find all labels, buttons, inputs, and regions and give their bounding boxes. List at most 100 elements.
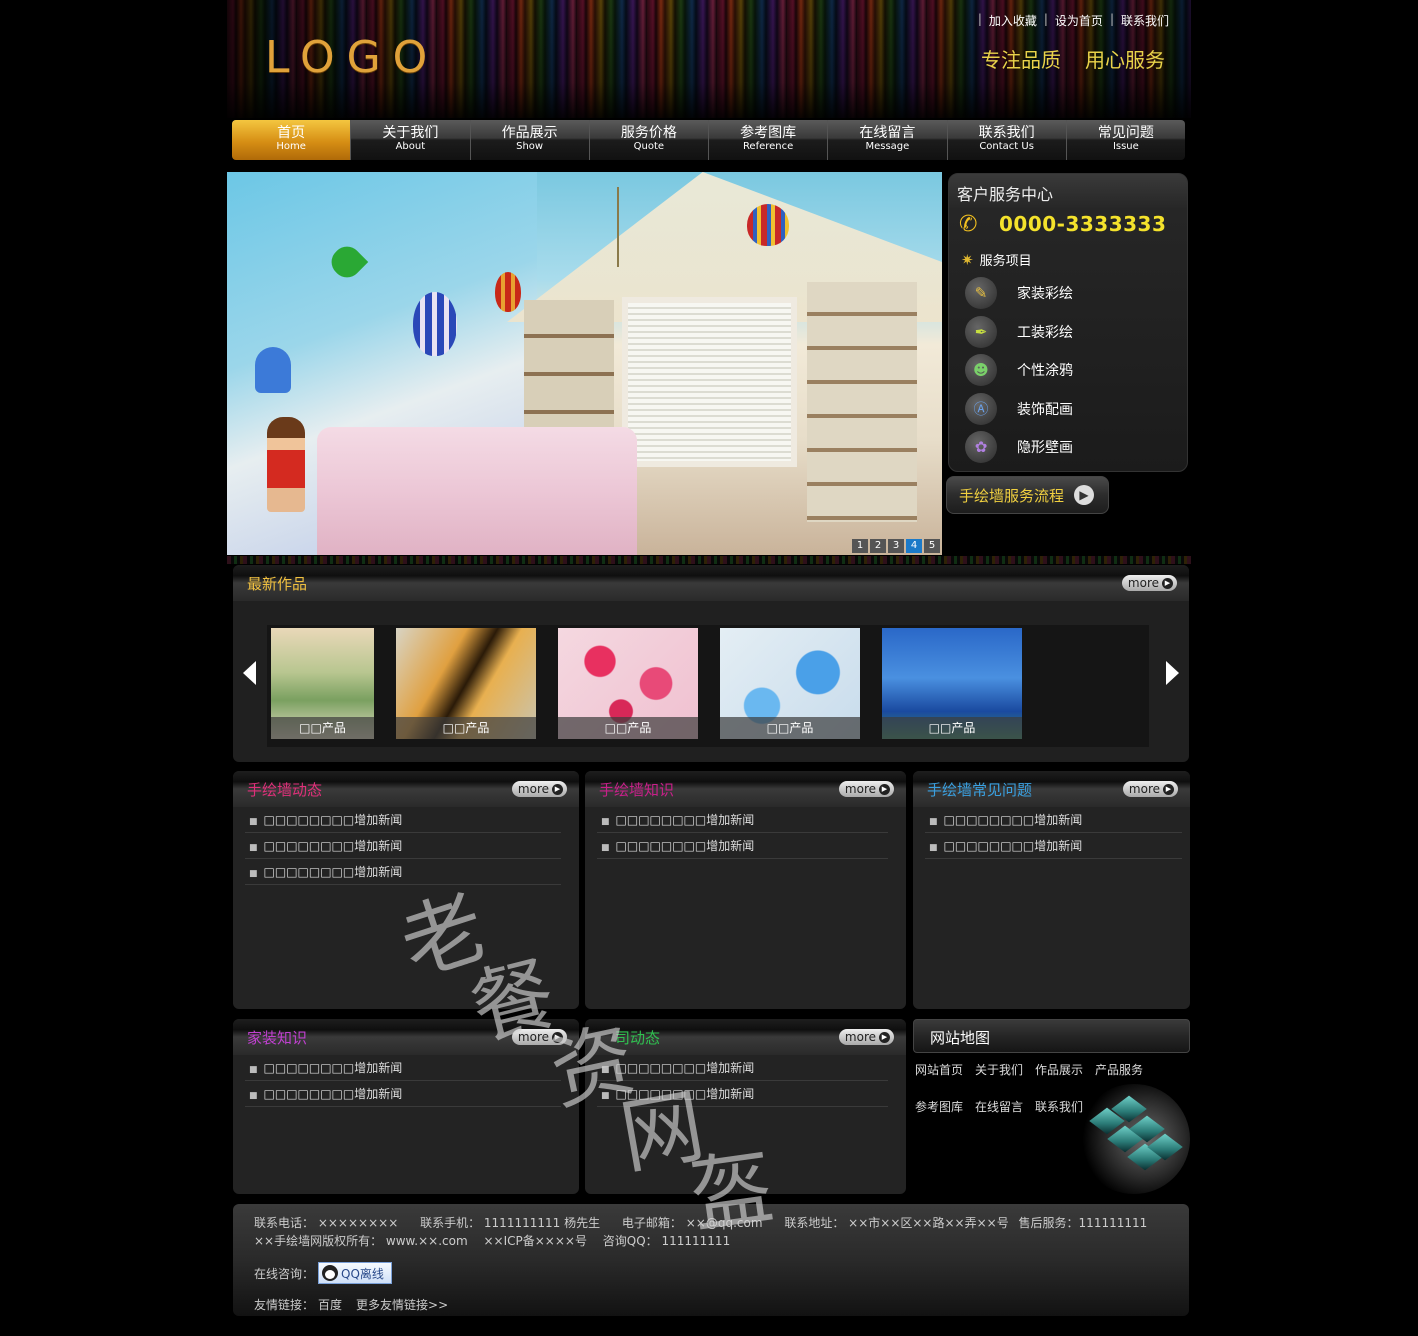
- sitemap-link-home[interactable]: 网站首页: [915, 1061, 963, 1078]
- work-thumbnail-5[interactable]: □□产品: [882, 628, 1022, 739]
- news-item[interactable]: ■ □□□□□□□□增加新闻: [597, 1081, 888, 1107]
- service-item-home-painting[interactable]: ✎ 家装彩绘: [965, 274, 1175, 313]
- slide-4-button[interactable]: 4: [906, 539, 922, 553]
- carousel-next-arrow-icon[interactable]: [1166, 661, 1179, 685]
- news-item-text: □□□□□□□□增加新闻: [263, 813, 403, 827]
- service-item-commercial-painting[interactable]: ✒ 工装彩绘: [965, 313, 1175, 352]
- faq-more-button[interactable]: more ▶: [1122, 781, 1178, 797]
- bullet-icon: ■: [929, 817, 938, 827]
- company-news-more-button[interactable]: more ▶: [838, 1029, 894, 1045]
- slide-2-button[interactable]: 2: [870, 539, 886, 553]
- work-thumbnail-1[interactable]: □□产品: [271, 628, 374, 739]
- nav-about[interactable]: 关于我们 About: [351, 120, 471, 160]
- bed: [317, 427, 637, 555]
- nav-home[interactable]: 首页 Home: [232, 120, 352, 160]
- news-item[interactable]: ■ □□□□□□□□增加新闻: [925, 833, 1182, 859]
- news-item[interactable]: ■ □□□□□□□□增加新闻: [597, 807, 888, 833]
- sitemap-link-services[interactable]: 产品服务: [1095, 1061, 1143, 1078]
- work-thumbnail-3[interactable]: □□产品: [558, 628, 698, 739]
- add-favorite-link[interactable]: 加入收藏: [989, 12, 1037, 29]
- sitemap-link-message[interactable]: 在线留言: [975, 1098, 1023, 1115]
- footer-qq: 咨询QQ： 111111111: [602, 1234, 731, 1248]
- news-item[interactable]: ■ □□□□□□□□增加新闻: [597, 833, 888, 859]
- news-item[interactable]: ■ □□□□□□□□增加新闻: [245, 807, 561, 833]
- news-item-text: □□□□□□□□增加新闻: [263, 865, 403, 879]
- news-item-text: □□□□□□□□增加新闻: [263, 1061, 403, 1075]
- company-news-list: ■ □□□□□□□□增加新闻 ■ □□□□□□□□增加新闻: [597, 1055, 888, 1107]
- faq-title-bar: 手绘墙常见问题 more ▶: [913, 771, 1190, 807]
- work-thumbnail-4[interactable]: □□产品: [720, 628, 860, 739]
- slide-1-button[interactable]: 1: [852, 539, 868, 553]
- slide-3-button[interactable]: 3: [888, 539, 904, 553]
- nav-quote[interactable]: 服务价格 Quote: [590, 120, 709, 160]
- service-flow-label: 手绘墙服务流程: [959, 486, 1065, 505]
- knowledge-more-button[interactable]: more ▶: [838, 781, 894, 797]
- nav-issue[interactable]: 常见问题 Issue: [1067, 120, 1185, 160]
- sitemap-link-about[interactable]: 关于我们: [975, 1061, 1023, 1078]
- more-label: more: [844, 782, 876, 796]
- sitemap-link-reference[interactable]: 参考图库: [915, 1098, 963, 1115]
- balloon-red: [495, 272, 521, 312]
- news-item[interactable]: ■ □□□□□□□□增加新闻: [597, 1055, 888, 1081]
- news-item[interactable]: ■ □□□□□□□□增加新闻: [245, 833, 561, 859]
- sitemap-link-works[interactable]: 作品展示: [1035, 1061, 1083, 1078]
- service-item-label: 隐形壁画: [1017, 440, 1073, 457]
- friend-link-baidu[interactable]: 百度: [318, 1296, 342, 1313]
- service-flow-button[interactable]: 手绘墙服务流程 ▶: [946, 476, 1109, 514]
- nav-message[interactable]: 在线留言 Message: [828, 120, 948, 160]
- work-caption: □□产品: [558, 717, 698, 739]
- bullet-icon: ■: [249, 843, 258, 853]
- service-item-graffiti[interactable]: ☻ 个性涂鸦: [965, 351, 1175, 390]
- logo[interactable]: LOGO: [265, 32, 439, 83]
- qq-offline-button[interactable]: QQ离线: [318, 1262, 393, 1284]
- news-item[interactable]: ■ □□□□□□□□增加新闻: [245, 1055, 561, 1081]
- nav-contact[interactable]: 联系我们 Contact Us: [948, 120, 1067, 160]
- service-item-invisible-mural[interactable]: ✿ 隐形壁画: [965, 428, 1175, 467]
- set-homepage-link[interactable]: 设为首页: [1055, 12, 1103, 29]
- sitemap-title: 网站地图: [930, 1029, 991, 1047]
- service-items-heading: ✷ 服务项目: [961, 250, 1032, 270]
- works-more-button[interactable]: more ▶: [1121, 575, 1177, 591]
- news-more-button[interactable]: more ▶: [511, 781, 567, 797]
- news-item[interactable]: ■ □□□□□□□□增加新闻: [925, 807, 1182, 833]
- service-item-label: 个性涂鸦: [1017, 363, 1073, 380]
- nav-show[interactable]: 作品展示 Show: [471, 120, 590, 160]
- nav-sublabel: Quote: [633, 141, 665, 152]
- bullet-icon: ■: [601, 843, 610, 853]
- work-caption: □□产品: [271, 717, 374, 739]
- slide-5-button[interactable]: 5: [924, 539, 940, 553]
- arrow-right-icon: ▶: [879, 1031, 890, 1043]
- banner-image[interactable]: 1 2 3 4 5: [227, 172, 942, 555]
- service-item-decor-painting[interactable]: Ⓐ 装饰配画: [965, 390, 1175, 429]
- service-items-label: 服务项目: [979, 254, 1032, 269]
- home-knowledge-more-button[interactable]: more ▶: [511, 1029, 567, 1045]
- nav-sublabel: Message: [865, 141, 910, 152]
- divider: |: [1043, 12, 1048, 26]
- friend-link-more[interactable]: 更多友情链接>>: [356, 1296, 448, 1313]
- arrow-right-icon: ▶: [1163, 783, 1174, 795]
- carousel-prev-arrow-icon[interactable]: [243, 661, 256, 685]
- bell-illustration: [255, 347, 291, 393]
- nav-sublabel: Issue: [1112, 141, 1139, 152]
- footer-tel: 联系电话： ××××××××: [254, 1216, 399, 1230]
- news-item[interactable]: ■ □□□□□□□□增加新闻: [245, 1081, 561, 1107]
- work-thumbnail-2[interactable]: □□产品: [396, 628, 536, 739]
- page: LOGO | 加入收藏 | 设为首页 | 联系我们 专注品质 用心服务 首页 Ho…: [227, 0, 1191, 1336]
- work-caption: □□产品: [720, 717, 860, 739]
- leaf-icon: ✷: [961, 250, 974, 269]
- news-item-text: □□□□□□□□增加新闻: [263, 1087, 403, 1101]
- news-item-text: □□□□□□□□增加新闻: [615, 1061, 755, 1075]
- sitemap-link-contact[interactable]: 联系我们: [1035, 1098, 1083, 1115]
- work-caption: □□产品: [882, 717, 1022, 739]
- chandelier: [617, 187, 667, 267]
- contact-us-link[interactable]: 联系我们: [1121, 12, 1169, 29]
- nav-reference[interactable]: 参考图库 Reference: [709, 120, 829, 160]
- nav-sublabel: Home: [276, 141, 306, 152]
- knowledge-panel: 手绘墙知识 more ▶ ■ □□□□□□□□增加新闻 ■ □□□□□□□□增加新闻: [585, 771, 906, 1009]
- news-title-bar: 手绘墙动态 more ▶: [233, 771, 579, 807]
- news-item[interactable]: ■ □□□□□□□□增加新闻: [245, 859, 561, 885]
- news-item-text: □□□□□□□□增加新闻: [263, 839, 403, 853]
- decorative-cubes: [1078, 1084, 1190, 1194]
- works-title: 最新作品: [247, 575, 308, 593]
- more-label: more: [517, 782, 549, 796]
